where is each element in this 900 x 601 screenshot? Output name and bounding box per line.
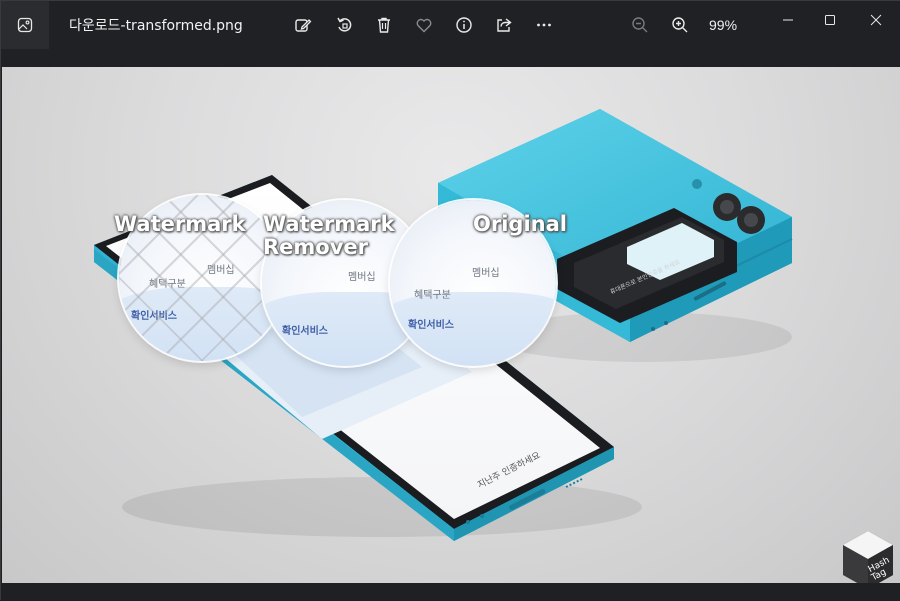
circle-item-3: 멤버십 (348, 272, 376, 283)
circle-blue-text-3: 확인서비스 (408, 320, 454, 331)
circle-blue-text-2: 확인서비스 (282, 326, 328, 337)
heart-icon (416, 18, 432, 33)
file-info-button[interactable] (452, 13, 476, 37)
image-canvas[interactable]: 지난주 인증하세요 휴대폰으로 본인인증을 하세요 혜택구분 멤버십 확인서비스… (2, 67, 900, 583)
label-watermark: Watermark (114, 212, 246, 236)
bottom-bar (1, 583, 900, 601)
close-icon (870, 14, 882, 26)
close-button[interactable] (859, 7, 893, 33)
more-options-button[interactable] (532, 13, 556, 37)
favorite-button[interactable] (412, 13, 436, 37)
trash-icon (378, 17, 390, 33)
edit-image-icon (295, 19, 312, 32)
label-watermark-remover-line2: Remover (263, 235, 369, 259)
info-icon (456, 17, 472, 33)
label-original: Original (473, 212, 567, 236)
zoom-out-icon (632, 17, 648, 33)
share-button[interactable] (492, 13, 516, 37)
circle-item-4: 혜택구분 (414, 290, 451, 301)
share-icon (497, 18, 512, 32)
edit-image-button[interactable] (291, 13, 315, 37)
minimize-button[interactable] (771, 7, 805, 33)
delete-button[interactable] (372, 13, 396, 37)
label-watermark-remover-line1: Watermark (263, 212, 395, 236)
zoom-in-icon (672, 17, 688, 33)
hashtag-logo: Hash Tag (843, 531, 893, 583)
file-name-title: 다운로드-transformed.png (69, 18, 243, 34)
rotate-icon (337, 17, 352, 32)
circle-item-5: 멤버십 (472, 268, 500, 279)
maximize-icon (825, 15, 835, 25)
minimize-icon (783, 19, 793, 21)
zoom-level[interactable]: 99% (709, 17, 737, 33)
photos-app-window: 다운로드-transformed.png 99% 지난주 인증하세요 휴대폰으로… (0, 0, 900, 601)
app-icon[interactable] (1, 1, 49, 49)
zoom-in-button[interactable] (668, 13, 692, 37)
photos-app-icon (17, 17, 33, 33)
rotate-button[interactable] (332, 13, 356, 37)
zoom-out-button[interactable] (628, 13, 652, 37)
ellipsis-icon (537, 23, 551, 27)
maximize-button[interactable] (813, 7, 847, 33)
title-bar: 다운로드-transformed.png 99% (1, 1, 900, 67)
